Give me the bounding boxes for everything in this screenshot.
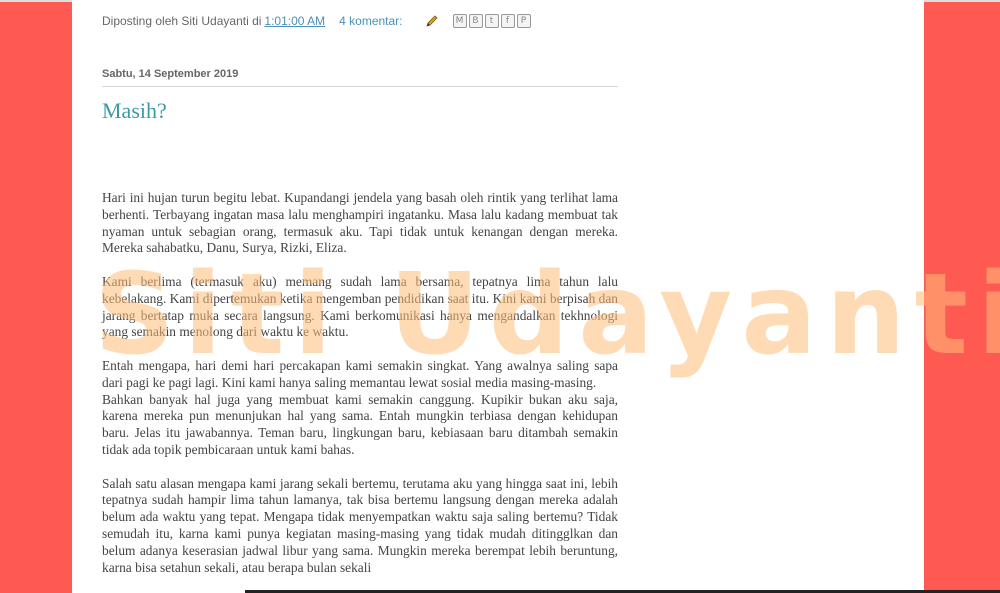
- post-title[interactable]: Masih?: [102, 98, 167, 124]
- date-divider: [102, 86, 618, 87]
- blogger-icon[interactable]: B: [468, 14, 483, 28]
- paragraph: Entah mengapa, hari demi hari percakapan…: [102, 357, 618, 390]
- facebook-icon[interactable]: f: [500, 14, 515, 28]
- date-header: Sabtu, 14 September 2019: [102, 68, 239, 80]
- post-body: Hari ini hujan turun begitu lebat. Kupan…: [102, 190, 618, 593]
- paragraph: Bahkan banyak hal juga yang membuat kami…: [102, 391, 618, 457]
- paragraph: Kami berlima (termasuk aku) memang sudah…: [102, 273, 618, 340]
- paragraph: Salah satu alasan mengapa kami jarang se…: [102, 475, 618, 575]
- blog-post-column: Diposting oleh Siti Udayanti di 1:01:00 …: [72, 0, 924, 593]
- share-buttons: M B t f P: [452, 14, 533, 28]
- post-time-link[interactable]: 1:01:00 AM: [264, 14, 325, 28]
- paragraph: Hari ini hujan turun begitu lebat. Kupan…: [102, 190, 618, 256]
- pinterest-icon[interactable]: P: [516, 14, 531, 28]
- twitter-icon[interactable]: t: [484, 14, 499, 28]
- comments-link[interactable]: 4 komentar:: [339, 14, 402, 28]
- posted-by-text: Diposting oleh Siti Udayanti di: [102, 14, 262, 28]
- post-footer: Diposting oleh Siti Udayanti di 1:01:00 …: [102, 12, 533, 30]
- edit-pencil-icon[interactable]: [425, 14, 439, 28]
- email-icon[interactable]: M: [452, 14, 467, 28]
